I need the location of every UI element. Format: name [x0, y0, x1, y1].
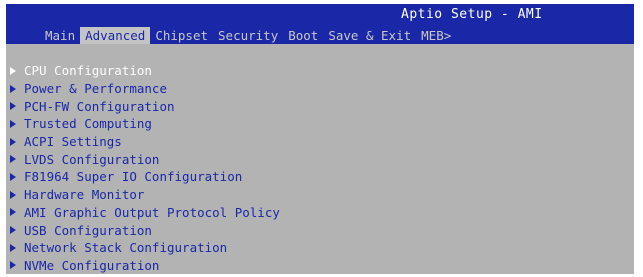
menu-item-cpu-configuration[interactable]: CPU Configuration — [6, 62, 634, 80]
submenu-arrow-icon — [10, 102, 16, 111]
setup-window: Aptio Setup - AMI Main Advanced Chipset … — [6, 4, 634, 274]
submenu-arrow-icon — [10, 66, 16, 75]
menu-item-super-io-configuration[interactable]: F81964 Super IO Configuration — [6, 168, 634, 186]
bios-screen: Aptio Setup - AMI Main Advanced Chipset … — [0, 0, 643, 277]
menu-item-label: NVMe Configuration — [24, 257, 160, 273]
menu-item-gop-policy[interactable]: AMI Graphic Output Protocol Policy — [6, 204, 634, 222]
menu-item-label: AMI Graphic Output Protocol Policy — [24, 204, 280, 220]
tab-boot[interactable]: Boot — [283, 27, 323, 44]
tab-bar: Main Advanced Chipset Security Boot Save… — [40, 27, 456, 44]
submenu-arrow-icon — [10, 84, 16, 93]
menu-item-lvds-configuration[interactable]: LVDS Configuration — [6, 150, 634, 168]
advanced-menu: CPU Configuration Power & Performance PC… — [6, 62, 634, 274]
submenu-arrow-icon — [10, 137, 16, 146]
menu-item-label: Power & Performance — [24, 81, 167, 97]
submenu-arrow-icon — [10, 208, 16, 217]
menu-item-label: PCH-FW Configuration — [24, 98, 175, 114]
menu-item-usb-configuration[interactable]: USB Configuration — [6, 221, 634, 239]
menu-item-power-performance[interactable]: Power & Performance — [6, 80, 634, 98]
submenu-arrow-icon — [10, 172, 16, 181]
menu-item-pch-fw-configuration[interactable]: PCH-FW Configuration — [6, 97, 634, 115]
menu-item-network-stack-configuration[interactable]: Network Stack Configuration — [6, 239, 634, 257]
menu-item-label: ACPI Settings — [24, 134, 122, 150]
menu-item-label: CPU Configuration — [24, 63, 152, 79]
menu-item-label: USB Configuration — [24, 222, 152, 238]
header-bar: Aptio Setup - AMI Main Advanced Chipset … — [6, 4, 634, 44]
tab-save-exit[interactable]: Save & Exit — [323, 27, 416, 44]
submenu-arrow-icon — [10, 190, 16, 199]
submenu-arrow-icon — [10, 226, 16, 235]
menu-item-label: Network Stack Configuration — [24, 240, 228, 256]
submenu-arrow-icon — [10, 261, 16, 270]
tab-meb[interactable]: MEB> — [416, 27, 456, 44]
tab-main[interactable]: Main — [40, 27, 80, 44]
menu-item-acpi-settings[interactable]: ACPI Settings — [6, 133, 634, 151]
menu-item-trusted-computing[interactable]: Trusted Computing — [6, 115, 634, 133]
submenu-arrow-icon — [10, 119, 16, 128]
tab-security[interactable]: Security — [213, 27, 283, 44]
menu-item-label: Hardware Monitor — [24, 187, 145, 203]
menu-item-hardware-monitor[interactable]: Hardware Monitor — [6, 186, 634, 204]
tab-chipset[interactable]: Chipset — [150, 27, 213, 44]
setup-title: Aptio Setup - AMI — [401, 7, 543, 22]
submenu-arrow-icon — [10, 243, 16, 252]
menu-item-label: Trusted Computing — [24, 116, 152, 132]
menu-item-nvme-configuration[interactable]: NVMe Configuration — [6, 257, 634, 274]
menu-item-label: LVDS Configuration — [24, 151, 160, 167]
submenu-arrow-icon — [10, 155, 16, 164]
menu-item-label: F81964 Super IO Configuration — [24, 169, 243, 185]
tab-advanced[interactable]: Advanced — [80, 27, 151, 44]
